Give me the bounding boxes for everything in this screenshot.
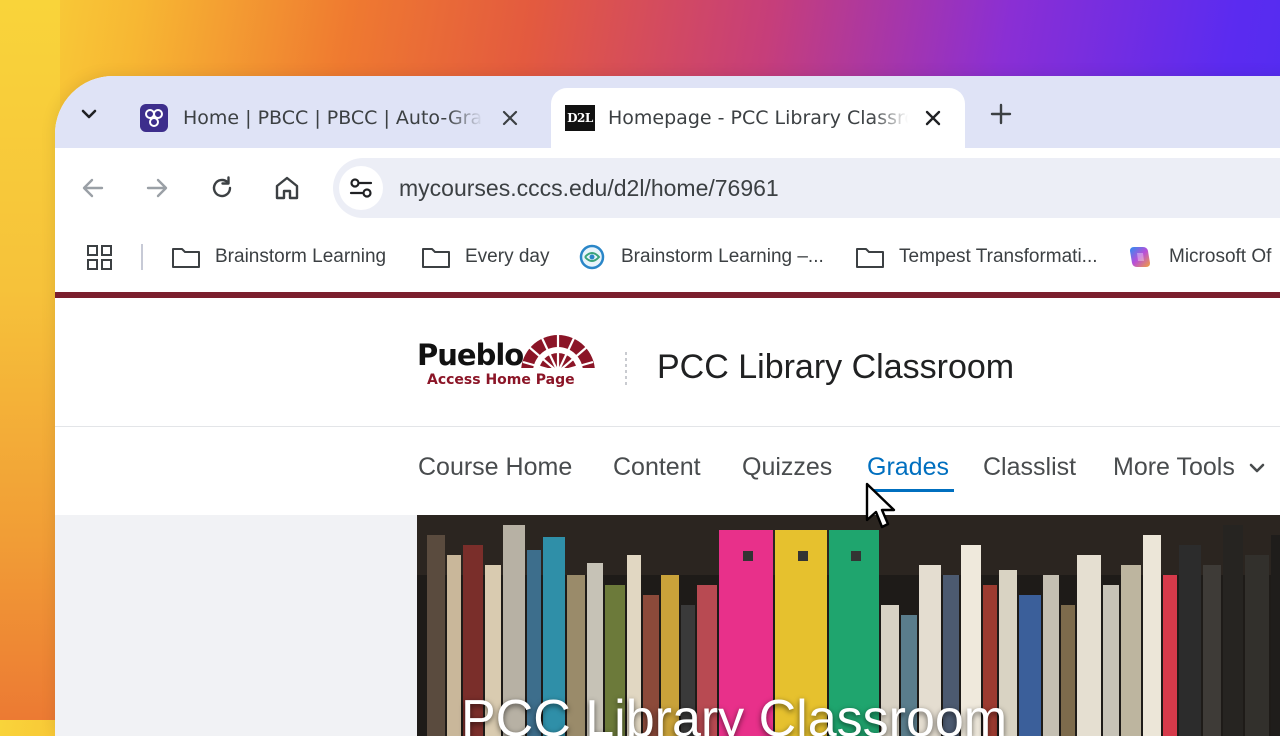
copilot-icon [1125, 245, 1155, 269]
close-icon [925, 110, 941, 126]
site-info-button[interactable] [339, 166, 383, 210]
course-title[interactable]: PCC Library Classroom [657, 348, 1014, 387]
tab-close-button[interactable] [495, 103, 525, 133]
bookmark-brainstorm-learning[interactable]: Brainstorm Learning [171, 241, 386, 273]
course-banner-image: PCC Library Classroom [417, 515, 1280, 736]
forward-button[interactable] [137, 168, 177, 208]
course-header: Pueblo Access Home Page PCC Library Clas… [55, 298, 1280, 427]
nav-grades[interactable]: Grades [867, 453, 949, 482]
home-icon [275, 176, 299, 200]
chevron-down-icon [1249, 464, 1265, 473]
left-rail [55, 515, 417, 736]
header-divider [625, 352, 627, 386]
folder-icon [171, 245, 201, 269]
bookmark-label: Brainstorm Learning –... [621, 246, 824, 267]
chevron-down-icon [81, 109, 97, 119]
url-text: mycourses.cccs.edu/d2l/home/76961 [399, 175, 779, 201]
back-button[interactable] [73, 168, 113, 208]
reload-icon [212, 176, 232, 198]
d2l-favicon-icon: D2L [565, 105, 595, 131]
nav-classlist[interactable]: Classlist [983, 453, 1076, 482]
tune-icon [349, 178, 373, 198]
mouse-cursor-icon [865, 482, 896, 529]
desktop-background [0, 0, 60, 720]
reload-button[interactable] [202, 168, 242, 208]
tab-pbcc-home[interactable]: Home | PBCC | PBCC | Auto-Graphic [135, 88, 540, 148]
plus-icon [990, 103, 1012, 125]
browser-window: Home | PBCC | PBCC | Auto-Graphic D2L Ho… [55, 76, 1280, 736]
folder-icon [421, 245, 451, 269]
bookmark-label: Every day [465, 246, 550, 267]
close-icon [502, 110, 518, 126]
bookmark-label: Tempest Transformati... [899, 246, 1098, 267]
web-page: Pueblo Access Home Page PCC Library Clas… [55, 288, 1280, 736]
folder-icon [855, 245, 885, 269]
bookmarks-divider [141, 244, 143, 270]
banner-title: PCC Library Classroom [461, 690, 1008, 736]
bookmark-label: Microsoft Of [1169, 246, 1272, 267]
brainstorm-logo-icon [577, 244, 607, 270]
tab-search-button[interactable] [73, 98, 105, 130]
home-button[interactable] [267, 168, 307, 208]
bookmark-brainstorm-learning-site[interactable]: Brainstorm Learning –... [577, 241, 824, 273]
nav-content[interactable]: Content [613, 453, 701, 482]
bookmark-every-day[interactable]: Every day [421, 241, 549, 273]
apps-button[interactable] [85, 243, 115, 273]
favicon-text: D2L [567, 111, 593, 125]
nav-course-home[interactable]: Course Home [418, 453, 572, 482]
nav-more-tools-label: More Tools [1113, 453, 1235, 481]
logo-subtitle: Access Home Page [427, 372, 575, 388]
arrow-right-icon [146, 178, 168, 198]
course-navbar: Course Home Content Quizzes Grades Class… [55, 427, 1280, 515]
new-tab-button[interactable] [983, 96, 1019, 132]
nav-quizzes[interactable]: Quizzes [742, 453, 832, 482]
bookmarks-bar: Brainstorm Learning Every day Brainstorm… [55, 228, 1280, 288]
address-bar[interactable]: mycourses.cccs.edu/d2l/home/76961 [333, 158, 1280, 218]
tab-pcc-library[interactable]: D2L Homepage - PCC Library Classroom [551, 88, 965, 148]
bookmark-label: Brainstorm Learning [215, 246, 387, 267]
browser-toolbar: mycourses.cccs.edu/d2l/home/76961 [55, 148, 1280, 228]
pbcc-favicon-icon [140, 104, 168, 132]
apps-grid-icon [87, 245, 112, 270]
tab-title: Home | PBCC | PBCC | Auto-Graphic [183, 107, 483, 129]
nav-more-tools[interactable]: More Tools [1113, 453, 1266, 482]
tab-title: Homepage - PCC Library Classroom [608, 107, 908, 129]
bookmark-microsoft-office[interactable]: Microsoft Of [1125, 241, 1271, 273]
pueblo-logo[interactable]: Pueblo Access Home Page [417, 332, 602, 394]
bookmark-tempest-transformation[interactable]: Tempest Transformati... [855, 241, 1098, 273]
tab-strip: Home | PBCC | PBCC | Auto-Graphic D2L Ho… [55, 76, 1280, 148]
tab-close-button[interactable] [918, 103, 948, 133]
arrow-left-icon [82, 178, 104, 198]
sunburst-icon [517, 334, 599, 372]
logo-wordmark: Pueblo [417, 338, 524, 372]
